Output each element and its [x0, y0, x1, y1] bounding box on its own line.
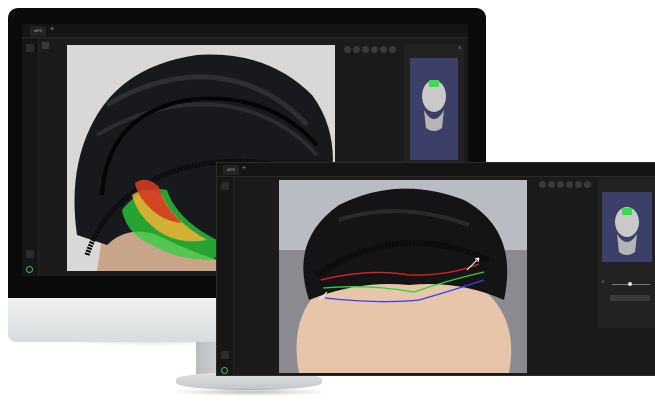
power-icon[interactable] [26, 266, 33, 273]
zoom-in-icon[interactable] [353, 46, 360, 53]
home-icon[interactable] [26, 44, 34, 52]
add-tab-button-2[interactable]: + [242, 164, 246, 174]
close-icon[interactable] [389, 46, 396, 53]
stand-shadow [170, 388, 330, 396]
left-tool-group [42, 42, 49, 49]
left-sidebar [22, 38, 39, 276]
brush-icon[interactable] [362, 46, 369, 53]
add-tab-button[interactable]: + [50, 25, 54, 35]
brush-icon[interactable] [557, 181, 564, 188]
panel-action-button[interactable] [610, 295, 650, 301]
head-model-thumbnail[interactable] [410, 58, 458, 160]
scalp-front-image [279, 180, 527, 373]
zoom-out-icon[interactable] [539, 181, 546, 188]
pen-icon[interactable] [566, 181, 573, 188]
head-model-thumbnail-2[interactable] [602, 192, 652, 262]
pen-icon[interactable] [371, 46, 378, 53]
close-icon[interactable] [584, 181, 591, 188]
settings-icon[interactable] [26, 250, 34, 258]
model-panel-2: 5 [598, 178, 655, 328]
tab-afs-2[interactable]: AFS [223, 165, 239, 175]
tab-bar-2: AFS + [217, 163, 655, 177]
size-slider-knob[interactable] [628, 282, 632, 286]
right-toolbar-2 [539, 181, 591, 188]
right-toolbar [344, 46, 396, 53]
home-icon[interactable] [221, 182, 229, 190]
tab-bar: AFS + [22, 24, 468, 38]
tab-afs[interactable]: AFS [30, 26, 46, 36]
left-sidebar-2 [217, 177, 234, 375]
grid-icon[interactable] [42, 42, 49, 49]
model-panel: x [404, 44, 464, 162]
square-icon[interactable] [380, 46, 387, 53]
slider-value: 5 [602, 280, 604, 284]
settings-icon[interactable] [221, 351, 229, 359]
zoom-out-icon[interactable] [344, 46, 351, 53]
head-model-icon [422, 80, 446, 131]
head-model-icon [615, 207, 639, 255]
scalp-photo-front [279, 180, 527, 373]
panel-close-icon[interactable]: x [459, 45, 462, 51]
square-icon[interactable] [575, 181, 582, 188]
app-window-laptop: AFS + 5 [216, 162, 655, 376]
power-icon[interactable] [221, 367, 228, 374]
zoom-in-icon[interactable] [548, 181, 555, 188]
